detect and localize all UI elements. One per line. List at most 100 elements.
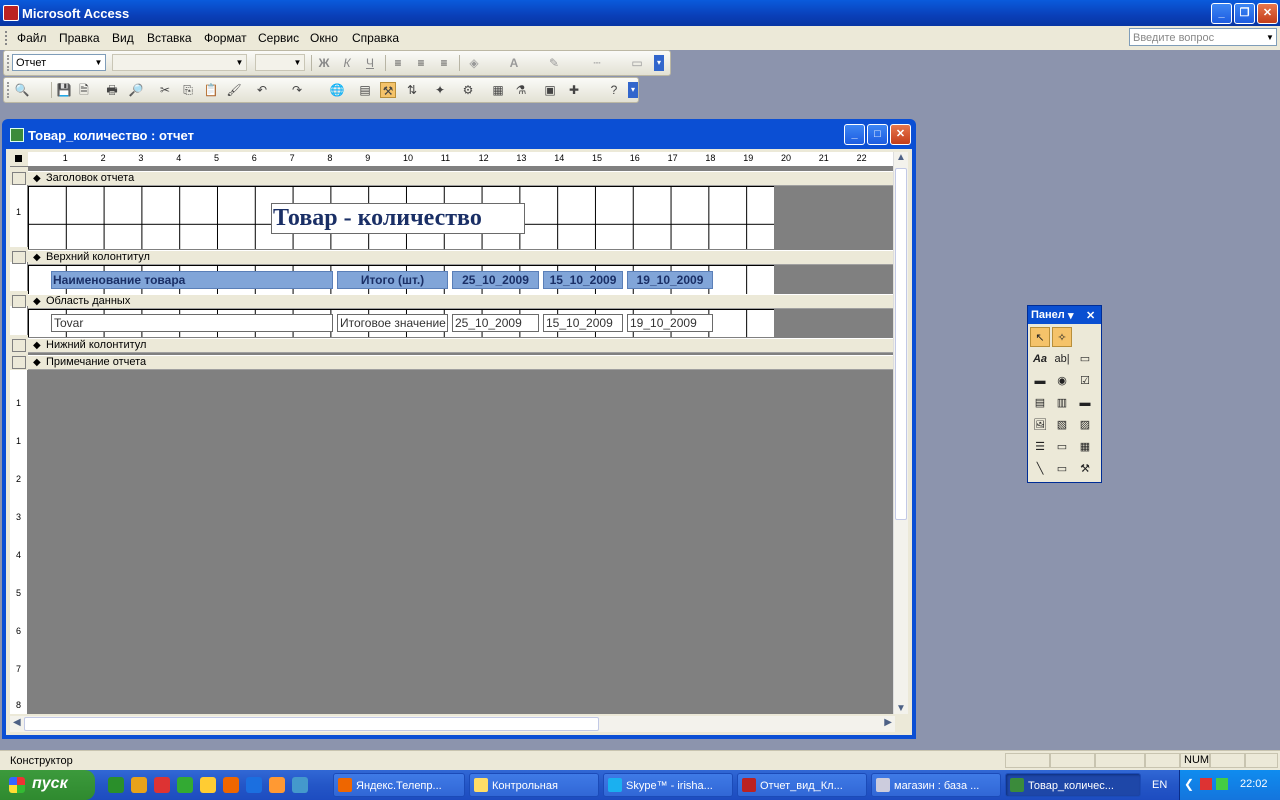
sorting-grouping-icon[interactable]: ⇅ — [404, 82, 420, 98]
detail-field-date[interactable]: 15_10_2009 — [543, 314, 623, 332]
minimize-button[interactable]: _ — [1211, 3, 1232, 24]
control-wizards-icon[interactable]: ✧ — [1052, 327, 1072, 347]
textbox-tool-icon[interactable]: ab| — [1052, 349, 1072, 369]
report-maximize-button[interactable]: □ — [867, 124, 888, 145]
underline-button[interactable]: Ч — [362, 55, 378, 71]
chrome-icon[interactable] — [177, 777, 193, 793]
command-button-icon[interactable]: ▬ — [1075, 393, 1095, 413]
align-right-icon[interactable]: ≡ — [436, 55, 452, 71]
toolbar-options-icon[interactable]: ▾ — [628, 82, 638, 98]
line-width-icon[interactable]: ┄ — [589, 55, 605, 71]
builder-icon[interactable]: ⚗ — [513, 82, 529, 98]
menu-view[interactable]: Вид — [112, 31, 134, 45]
page-break-icon[interactable]: ☰ — [1030, 437, 1050, 457]
print-icon[interactable]: 🖶 — [104, 82, 120, 98]
bold-button[interactable]: Ж — [316, 55, 332, 71]
save-icon[interactable]: 💾 — [56, 82, 72, 98]
new-object-icon[interactable]: ✚ — [566, 82, 582, 98]
header-label-total[interactable]: Итого (шт.) — [337, 271, 448, 289]
network-icon[interactable] — [1216, 778, 1228, 790]
report-header-section[interactable]: Товар - количество — [28, 186, 774, 249]
combo-box-icon[interactable]: ▤ — [1030, 393, 1050, 413]
report-minimize-button[interactable]: _ — [844, 124, 865, 145]
report-title-label[interactable]: Товар - количество — [271, 203, 525, 234]
code-icon[interactable]: ⚙ — [460, 82, 476, 98]
paste-icon[interactable]: 📋 — [203, 82, 219, 98]
band-detail[interactable]: ◆ Область данных — [12, 294, 895, 309]
chevron-down-icon[interactable]: ▼ — [1264, 29, 1276, 45]
toolbox-close-icon[interactable]: ✕ — [1086, 309, 1095, 322]
object-combo[interactable]: Отчет ▼ — [12, 54, 106, 71]
label-tool-icon[interactable]: Aa — [1030, 349, 1050, 369]
select-objects-icon[interactable]: ↖ — [1030, 327, 1050, 347]
report-close-button[interactable]: ✕ — [890, 124, 911, 145]
language-indicator[interactable]: EN — [1152, 779, 1167, 791]
detail-field-total[interactable]: Итоговое значение — [337, 314, 448, 332]
bound-frame-icon[interactable]: ▨ — [1075, 415, 1095, 435]
horizontal-scroll-thumb[interactable] — [24, 717, 599, 731]
taskbar-button[interactable]: Контрольная — [469, 773, 599, 797]
menu-file[interactable]: Файл — [17, 31, 47, 45]
font-size-combo[interactable]: ▼ — [255, 54, 305, 71]
horizontal-scrollbar[interactable]: ◀ ▶ — [10, 716, 895, 732]
taskbar-button[interactable]: магазин : база ... — [871, 773, 1001, 797]
detail-field-date[interactable]: 19_10_2009 — [627, 314, 713, 332]
font-color-icon[interactable]: A — [506, 55, 522, 71]
quicklaunch-icon[interactable] — [200, 777, 216, 793]
scroll-up-icon[interactable]: ▲ — [896, 152, 906, 163]
menu-insert[interactable]: Вставка — [147, 31, 192, 45]
image-tool-icon[interactable]: 🖼 — [1030, 415, 1050, 435]
align-center-icon[interactable]: ≡ — [413, 55, 429, 71]
tray-app-icon[interactable] — [1200, 778, 1212, 790]
print-preview-icon[interactable]: 🔎 — [128, 82, 144, 98]
scroll-left-icon[interactable]: ◀ — [13, 717, 21, 728]
toolbox-icon[interactable]: ⚒ — [380, 82, 396, 98]
properties-icon[interactable]: ▦ — [490, 82, 506, 98]
undo-icon[interactable]: ↶ — [254, 82, 270, 98]
toggle-button-icon[interactable]: ▬ — [1030, 371, 1050, 391]
tray-expand-icon[interactable]: ❮ — [1184, 777, 1194, 791]
header-label-date[interactable]: 15_10_2009 — [543, 271, 623, 289]
help-icon[interactable]: ? — [606, 82, 622, 98]
menu-format[interactable]: Формат — [204, 31, 247, 45]
tab-control-icon[interactable]: ▭ — [1052, 437, 1072, 457]
redo-icon[interactable]: ↷ — [289, 82, 305, 98]
band-report-footer[interactable]: ◆ Примечание отчета — [12, 355, 895, 370]
band-page-footer[interactable]: ◆ Нижний колонтитул — [12, 338, 895, 353]
header-label-date[interactable]: 25_10_2009 — [452, 271, 539, 289]
quicklaunch-icon[interactable] — [131, 777, 147, 793]
more-controls-icon[interactable]: ⚒ — [1075, 459, 1095, 479]
list-box-icon[interactable]: ▥ — [1052, 393, 1072, 413]
detail-section[interactable]: Tovar Итоговое значение 25_10_2009 15_10… — [28, 309, 774, 337]
vertical-scroll-thumb[interactable] — [895, 168, 907, 520]
section-selector[interactable] — [12, 356, 26, 369]
ask-question-input[interactable]: Введите вопрос ▼ — [1129, 28, 1277, 46]
band-report-header[interactable]: ◆ Заголовок отчета — [12, 171, 895, 186]
view-icon[interactable]: 🔍 — [14, 82, 30, 98]
firefox-icon[interactable] — [223, 777, 239, 793]
clock[interactable]: 22:02 — [1240, 778, 1268, 790]
menu-edit[interactable]: Правка — [59, 31, 100, 45]
subreport-icon[interactable]: ▦ — [1075, 437, 1095, 457]
header-label-date[interactable]: 19_10_2009 — [627, 271, 713, 289]
line-color-icon[interactable]: ✎ — [546, 55, 562, 71]
fill-color-icon[interactable]: ◈ — [466, 55, 482, 71]
taskbar-button[interactable]: Skype™ - irisha... — [603, 773, 733, 797]
scroll-down-icon[interactable]: ▼ — [896, 703, 906, 714]
unbound-frame-icon[interactable]: ▧ — [1052, 415, 1072, 435]
taskbar-button[interactable]: Яндекс.Телепр... — [333, 773, 465, 797]
scroll-right-icon[interactable]: ▶ — [884, 717, 892, 728]
field-list-icon[interactable]: ▤ — [357, 82, 373, 98]
checkbox-tool-icon[interactable]: ☑ — [1075, 371, 1095, 391]
header-label-name[interactable]: Наименование товара — [51, 271, 333, 289]
report-selector[interactable] — [10, 152, 28, 166]
section-selector[interactable] — [12, 172, 26, 185]
horizontal-ruler[interactable]: 1 2 3 4 5 6 7 8 9 10 11 12 13 14 15 16 17 18 19 20 21 22 — [10, 152, 895, 167]
database-window-icon[interactable]: ▣ — [542, 82, 558, 98]
close-button[interactable]: ✕ — [1257, 3, 1278, 24]
menu-tools[interactable]: Сервис — [258, 31, 299, 45]
detail-field-name[interactable]: Tovar — [51, 314, 333, 332]
font-combo[interactable]: ▼ — [112, 54, 247, 71]
menu-window[interactable]: Окно — [310, 31, 338, 45]
quicklaunch-icon[interactable] — [108, 777, 124, 793]
